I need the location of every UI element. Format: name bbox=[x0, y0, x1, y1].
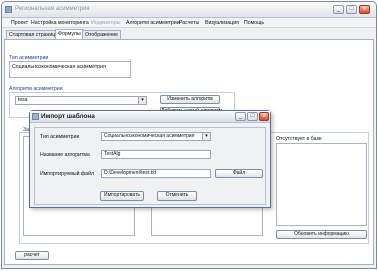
dialog-title-bar: Импорт шаблона _ □ x bbox=[30, 111, 270, 123]
app-icon bbox=[5, 6, 12, 13]
algorithm-name-input[interactable]: TestAlg bbox=[101, 150, 211, 159]
dialog-name-label: Название алгоритма bbox=[40, 152, 90, 158]
import-file-input[interactable]: D:\Development\test.txt bbox=[101, 169, 211, 178]
menu-item-visualization[interactable]: Визуализация bbox=[205, 20, 239, 26]
tab-formulas[interactable]: Формулы bbox=[55, 29, 84, 39]
window-title: Региональная асимметрия bbox=[15, 6, 90, 12]
close-button[interactable]: x bbox=[359, 5, 370, 14]
tab-display[interactable]: Отображение bbox=[82, 30, 121, 39]
dialog-icon bbox=[32, 113, 39, 120]
missing-in-db-label: Отсутствует в базе bbox=[276, 136, 322, 142]
menu-item-indicators[interactable]: Индикаторы bbox=[91, 20, 121, 26]
dialog-title: Импорт шаблона bbox=[41, 113, 95, 120]
menu-item-calculations[interactable]: Расчеты bbox=[179, 20, 199, 26]
import-template-dialog: Импорт шаблона _ □ x Тип асимметрии Соци… bbox=[29, 110, 271, 208]
import-button[interactable]: Импортировать bbox=[100, 191, 144, 201]
chevron-down-icon[interactable]: ▾ bbox=[202, 133, 210, 140]
chevron-down-icon[interactable]: ▾ bbox=[138, 97, 146, 104]
menu-item-monitoring-settings[interactable]: Настройка мониторинга bbox=[31, 20, 89, 26]
update-info-button[interactable]: Обновить информацию bbox=[276, 230, 367, 239]
menu-item-help[interactable]: Помощь bbox=[244, 20, 264, 26]
menu-item-asymmetry-algorithm[interactable]: Алгоритм асимметрии bbox=[126, 20, 180, 26]
minimize-button[interactable]: _ bbox=[333, 5, 344, 14]
menu-item-project[interactable]: Проект bbox=[11, 20, 28, 26]
dialog-minimize-button[interactable]: _ bbox=[235, 112, 246, 121]
title-bar: Региональная асимметрия _ □ x bbox=[2, 2, 376, 18]
maximize-button[interactable]: □ bbox=[346, 5, 357, 14]
asymmetry-type-value: Социальноэкономическая асимметрия bbox=[12, 64, 106, 70]
dialog-type-label: Тип асимметрии bbox=[40, 134, 80, 140]
calculate-button[interactable]: расчет bbox=[15, 251, 49, 260]
dialog-type-select[interactable]: Социальноэкономическая асимметрия ▾ bbox=[101, 132, 211, 141]
dialog-file-label: Импортируемый файл bbox=[40, 171, 94, 177]
missing-in-db-list[interactable] bbox=[276, 143, 367, 226]
dialog-close-button[interactable]: x bbox=[259, 112, 269, 121]
algorithm-select[interactable]: tesa ▾ bbox=[15, 96, 147, 105]
dialog-maximize-button[interactable]: □ bbox=[247, 112, 258, 121]
dialog-form: Тип асимметрии Социальноэкономическая ас… bbox=[34, 127, 266, 205]
tab-start-page[interactable]: Стартовая страница bbox=[6, 30, 62, 39]
algorithm-select-value: tesa bbox=[18, 97, 28, 103]
asymmetry-type-box: Социальноэкономическая асимметрия bbox=[9, 61, 131, 78]
change-algorithm-button[interactable]: Изменить алгоритм bbox=[160, 95, 220, 104]
cancel-button[interactable]: Отменить bbox=[157, 191, 197, 201]
dialog-type-value: Социальноэкономическая асимметрия bbox=[104, 133, 195, 139]
file-browse-button[interactable]: Файл bbox=[215, 169, 263, 178]
